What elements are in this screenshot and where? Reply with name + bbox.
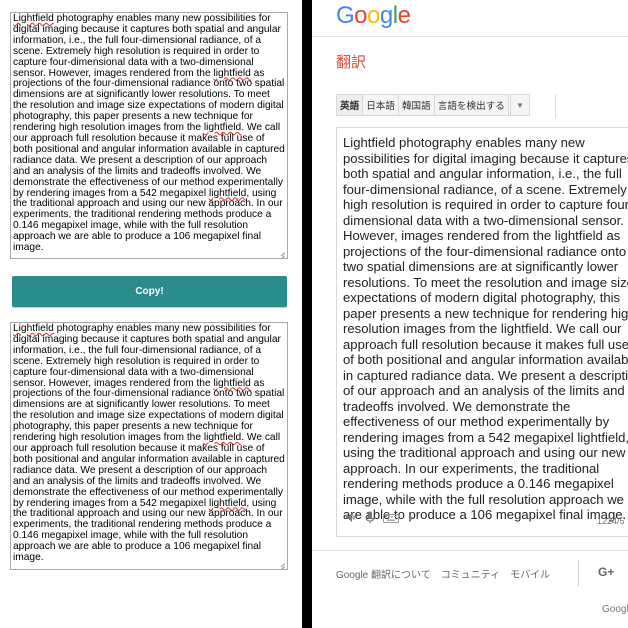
window-divider xyxy=(302,0,312,628)
source-text[interactable]: Lightfield photography enables many new … xyxy=(343,135,628,523)
output-textarea[interactable]: Lightfield photography enables many new … xyxy=(10,322,288,570)
footer-separator xyxy=(578,560,579,586)
character-count: 1224/5 xyxy=(597,516,625,526)
left-pane: Lightfield photography enables many new … xyxy=(0,0,302,628)
source-language-bar: 英語 日本語 韓国語 言語を検出する ▼ xyxy=(336,94,530,118)
logo-letter: G xyxy=(336,2,355,29)
google-plus-icon[interactable]: G+ xyxy=(598,565,614,579)
tab-detect-language[interactable]: 言語を検出する xyxy=(433,94,509,116)
footer-links: Google 翻訳について コミュニティ モバイル xyxy=(336,566,550,581)
misspelled-word: Lightfield xyxy=(13,13,54,24)
page-title: 翻訳 xyxy=(336,54,367,71)
resize-grip-icon[interactable] xyxy=(277,248,285,256)
footer-link-about[interactable]: Google 翻訳について xyxy=(336,566,431,581)
source-tools: ▼ xyxy=(345,511,414,527)
misspelled-word: lightfield xyxy=(213,377,251,389)
footer-link-mobile[interactable]: モバイル xyxy=(510,566,550,581)
tab-japanese[interactable]: 日本語 xyxy=(362,94,399,116)
tab-english[interactable]: 英語 xyxy=(336,94,364,116)
speaker-icon[interactable] xyxy=(345,512,357,526)
microphone-icon[interactable] xyxy=(365,511,375,527)
source-text-box[interactable]: Lightfield photography enables many new … xyxy=(336,127,628,537)
misspelled-word: lightfield xyxy=(208,497,247,509)
resize-grip-icon[interactable] xyxy=(277,559,285,567)
footer-divider xyxy=(312,550,628,551)
google-translate-pane: Google 翻訳 英語 日本語 韓国語 言語を検出する ▼ Lightfiel… xyxy=(312,0,628,628)
misspelled-word: lightfield xyxy=(203,122,242,134)
keyboard-icon[interactable] xyxy=(383,512,399,526)
chevron-down-icon[interactable]: ▼ xyxy=(407,516,414,523)
misspelled-word: Lightfield xyxy=(13,323,54,334)
footer-google-link[interactable]: Googl xyxy=(602,604,628,615)
language-dropdown-button[interactable]: ▼ xyxy=(509,94,530,116)
footer-link-community[interactable]: コミュニティ xyxy=(441,566,500,581)
header-divider xyxy=(312,36,628,37)
source-textarea[interactable]: Lightfield photography enables many new … xyxy=(10,12,288,259)
logo-letter: o xyxy=(367,2,380,29)
logo-letter: g xyxy=(379,2,393,29)
tab-korean[interactable]: 韓国語 xyxy=(397,94,435,116)
google-logo[interactable]: Google xyxy=(336,2,411,30)
logo-letter: e xyxy=(397,2,411,29)
misspelled-word: lightfield xyxy=(208,187,247,199)
copy-button[interactable]: Copy! xyxy=(12,276,287,307)
logo-letter: o xyxy=(354,2,368,29)
toolbar-separator xyxy=(555,94,556,118)
misspelled-word: lightfield xyxy=(213,67,251,79)
misspelled-word: lightfield xyxy=(203,432,242,444)
chevron-down-icon: ▼ xyxy=(515,100,524,110)
